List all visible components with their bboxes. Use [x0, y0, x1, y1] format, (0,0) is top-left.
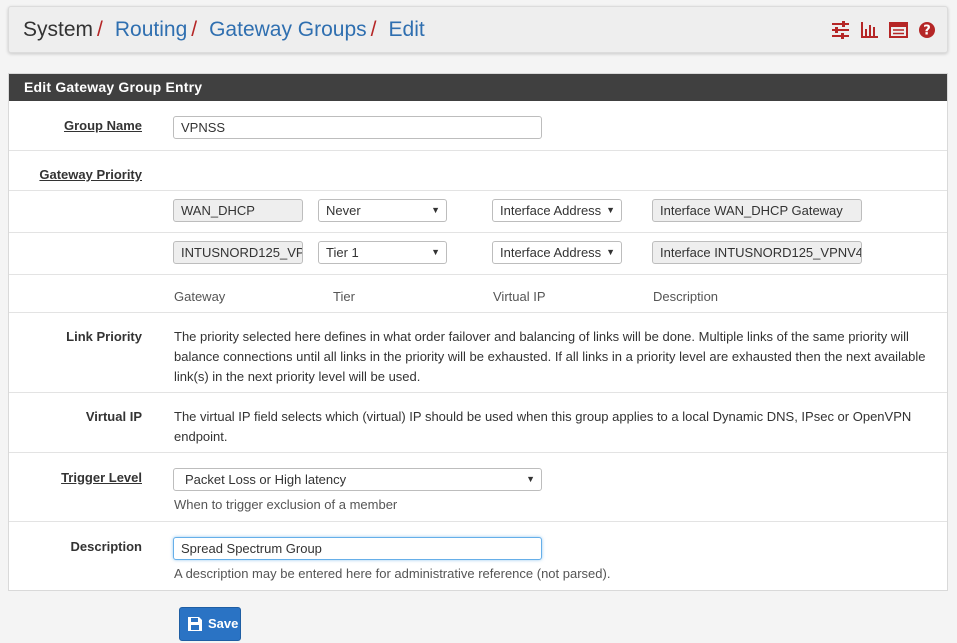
column-virtual-ip: Virtual IP	[493, 289, 546, 304]
bar-chart-icon[interactable]	[860, 21, 879, 39]
gateway-priority-entry: INTUSNORD125_VPNV4 Tier 1 ▼ Interface Ad…	[9, 233, 947, 275]
gateway-priority-label: Gateway Priority	[39, 167, 142, 182]
description-label: Description	[70, 539, 142, 554]
group-name-label: Group Name	[63, 118, 142, 133]
tier-select[interactable]: Never ▼	[318, 199, 447, 222]
breadcrumb-separator: /	[370, 18, 377, 41]
header-icons: ?	[831, 21, 937, 39]
edit-gateway-group-panel: Edit Gateway Group Entry Group Name VPNS…	[8, 73, 948, 591]
description-input[interactable]: Spread Spectrum Group	[173, 537, 542, 560]
breadcrumb-bar: System / Routing / Gateway Groups / Edit ?	[8, 6, 948, 53]
breadcrumb-gateway-groups[interactable]: Gateway Groups	[209, 18, 367, 41]
trigger-level-row: Trigger Level Packet Loss or High latenc…	[9, 453, 947, 522]
breadcrumb-separator: /	[191, 18, 198, 41]
virtual-ip-select[interactable]: Interface Address ▼	[492, 241, 622, 264]
save-button[interactable]: Save	[179, 607, 241, 641]
svg-text:?: ?	[923, 24, 931, 39]
tier-select-value: Tier 1	[326, 245, 359, 260]
trigger-level-help: When to trigger exclusion of a member	[174, 497, 398, 512]
description-row: Description Spread Spectrum Group A desc…	[9, 522, 947, 590]
breadcrumb-separator: /	[97, 18, 103, 41]
gateway-description-field: Interface WAN_DHCP Gateway	[652, 199, 862, 222]
virtual-ip-label: Virtual IP	[85, 409, 142, 424]
virtual-ip-select-value: Interface Address	[500, 203, 602, 218]
group-name-row: Group Name VPNSS	[9, 101, 947, 151]
panel-title: Edit Gateway Group Entry	[9, 74, 947, 101]
sliders-icon[interactable]	[831, 21, 850, 39]
tier-select[interactable]: Tier 1 ▼	[318, 241, 447, 264]
help-icon[interactable]: ?	[918, 21, 937, 39]
gateway-description-field: Interface INTUSNORD125_VPNV4 Gateway	[652, 241, 862, 264]
breadcrumb-routing[interactable]: Routing	[115, 18, 187, 41]
chevron-down-icon: ▼	[606, 205, 615, 215]
gateway-name-field: INTUSNORD125_VPNV4	[173, 241, 303, 264]
tier-select-value: Never	[326, 203, 361, 218]
gateway-column-headers: Gateway Tier Virtual IP Description	[9, 275, 947, 313]
column-tier: Tier	[333, 289, 355, 304]
group-name-input[interactable]: VPNSS	[173, 116, 542, 139]
breadcrumb-edit[interactable]: Edit	[389, 18, 425, 41]
link-priority-row: Link Priority The priority selected here…	[9, 313, 947, 393]
virtual-ip-row: Virtual IP The virtual IP field selects …	[9, 393, 947, 453]
link-priority-label: Link Priority	[66, 329, 142, 344]
breadcrumb: System / Routing / Gateway Groups / Edit	[23, 17, 425, 43]
chevron-down-icon: ▼	[431, 205, 440, 215]
trigger-level-label: Trigger Level	[61, 470, 142, 485]
virtual-ip-text: The virtual IP field selects which (virt…	[174, 409, 912, 444]
trigger-level-select-value: Packet Loss or High latency	[185, 472, 347, 487]
virtual-ip-select-value: Interface Address	[500, 245, 602, 260]
chevron-down-icon: ▼	[606, 247, 615, 257]
virtual-ip-select[interactable]: Interface Address ▼	[492, 199, 622, 222]
save-button-label: Save	[208, 616, 239, 631]
gateway-priority-entry: WAN_DHCP Never ▼ Interface Address ▼ Int…	[9, 191, 947, 233]
column-description: Description	[653, 289, 719, 304]
link-priority-text: The priority selected here defines in wh…	[174, 329, 926, 384]
save-icon	[188, 617, 202, 631]
chevron-down-icon: ▼	[526, 474, 535, 484]
trigger-level-select[interactable]: Packet Loss or High latency ▼	[173, 468, 542, 491]
gateway-priority-row: Gateway Priority	[9, 151, 947, 191]
chevron-down-icon: ▼	[431, 247, 440, 257]
list-icon[interactable]	[889, 21, 908, 39]
breadcrumb-system: System	[23, 18, 94, 41]
column-gateway: Gateway	[174, 289, 226, 304]
description-help: A description may be entered here for ad…	[174, 566, 611, 581]
gateway-name-field: WAN_DHCP	[173, 199, 303, 222]
